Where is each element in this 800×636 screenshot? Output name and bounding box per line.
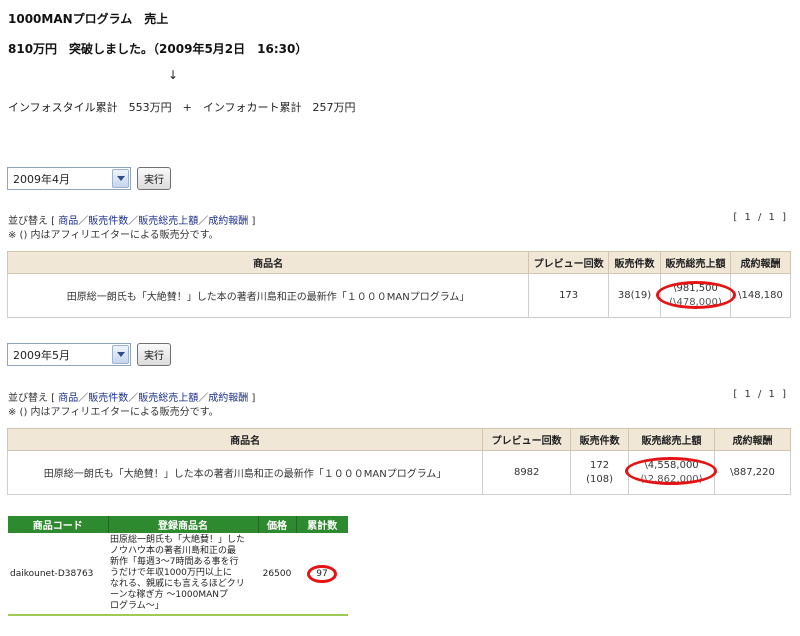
milestone-text: 810万円 突破しました。（2009年5月2日 16:30）	[8, 42, 308, 56]
col-header-sales: 販売総売上額	[660, 251, 731, 274]
table-row: 田原総一朗氏も「大絶賛！」した本の著者川島和正の最新作「１０００MANプログラム…	[6, 273, 791, 318]
page-title: 1000MANプログラム 売上	[8, 12, 169, 26]
sort-bar: 並び替え [ 商品／販売件数／販売総売上額／成約報酬 ]	[8, 212, 255, 227]
col-header-name: 商品名	[6, 428, 484, 451]
sold-value: 38(19)	[617, 290, 652, 301]
col-header-price: 価格	[258, 516, 297, 533]
highlight-circle	[625, 457, 718, 485]
total-count-cell: 97	[296, 533, 348, 616]
month-control-april: 2009年4月 実行	[7, 167, 171, 190]
sold-cell: 38(19)	[608, 273, 662, 318]
previews-cell: 173	[528, 273, 610, 318]
col-header-sales: 販売総売上額	[628, 428, 716, 451]
cumulative-summary: インフォスタイル累計 553万円 + インフォカート累計 257万円	[8, 101, 356, 114]
product-name-cell: 田原総一朗氏も「大絶賛！」した本の著者川島和正の最新作「１０００MANプログラム…	[6, 450, 484, 495]
col-header-total: 累計数	[296, 516, 348, 533]
product-table: 商品コード 登録商品名 価格 累計数 daikounet-D38763 田原総一…	[8, 516, 348, 616]
pager: [ 1 / 1 ]	[733, 389, 788, 400]
sort-suffix: ]	[248, 393, 256, 404]
down-arrow-icon: ↓	[168, 68, 179, 82]
pager: [ 1 / 1 ]	[733, 212, 788, 223]
price-cell: 26500	[258, 533, 296, 616]
col-header-reward: 成約報酬	[714, 428, 791, 451]
table-row: 田原総一朗氏も「大絶賛！」した本の著者川島和正の最新作「１０００MANプログラム…	[6, 450, 791, 495]
col-header-previews: プレビュー回数	[482, 428, 572, 451]
month-select-value: 2009年4月	[13, 172, 70, 186]
affiliate-note: ※ () 内はアフィリエイターによる販売分です。	[8, 407, 219, 418]
sort-suffix: ]	[248, 216, 256, 227]
sold-value: 172	[590, 459, 610, 471]
highlight-circle: 97	[307, 564, 337, 583]
sales-cell: \4,558,000 (\2,862,000)	[625, 450, 718, 495]
sales-cell: \981,500 (\478,000)	[656, 273, 737, 318]
previews-cell: 8982	[482, 450, 572, 495]
col-header-name: 商品名	[6, 251, 530, 274]
col-header-reward: 成約報酬	[730, 251, 791, 274]
product-code-cell: daikounet-D38763	[8, 533, 108, 616]
col-header-sold: 販売件数	[608, 251, 662, 274]
chevron-down-icon[interactable]	[112, 169, 129, 188]
table-row: daikounet-D38763 田原総一朗氏も「大絶賛！」した ノウハウ本の著…	[8, 533, 348, 616]
product-name-cell: 田原総一朗氏も「大絶賛！」した ノウハウ本の著者川島和正の最 新作「毎週3〜7時…	[108, 533, 258, 616]
chevron-down-icon[interactable]	[112, 345, 129, 364]
sold-affiliate-value: (108)	[586, 473, 614, 485]
col-header-previews: プレビュー回数	[528, 251, 610, 274]
product-name-cell: 田原総一朗氏も「大絶賛！」した本の著者川島和正の最新作「１０００MANプログラム…	[6, 273, 530, 318]
total-count-value: 97	[316, 568, 328, 579]
col-header-sold: 販売件数	[570, 428, 630, 451]
col-header-product-name: 登録商品名	[108, 516, 259, 533]
reward-cell: \148,180	[730, 273, 791, 318]
sales-table-april: 商品名 プレビュー回数 販売件数 販売総売上額 成約報酬 田原総一朗氏も「大絶賛…	[6, 251, 791, 318]
reward-cell: \887,220	[714, 450, 791, 495]
sort-bar: 並び替え [ 商品／販売件数／販売総売上額／成約報酬 ]	[8, 389, 255, 404]
month-select-value: 2009年5月	[13, 348, 70, 362]
month-select[interactable]: 2009年5月	[7, 343, 131, 366]
month-control-may: 2009年5月 実行	[7, 343, 171, 366]
run-button[interactable]: 実行	[137, 167, 171, 190]
sales-table-may: 商品名 プレビュー回数 販売件数 販売総売上額 成約報酬 田原総一朗氏も「大絶賛…	[6, 428, 791, 495]
month-select[interactable]: 2009年4月	[7, 167, 131, 190]
affiliate-note: ※ () 内はアフィリエイターによる販売分です。	[8, 230, 219, 241]
run-button[interactable]: 実行	[137, 343, 171, 366]
col-header-code: 商品コード	[8, 516, 109, 533]
highlight-circle	[656, 281, 737, 309]
sold-cell: 172 (108)	[570, 450, 630, 495]
